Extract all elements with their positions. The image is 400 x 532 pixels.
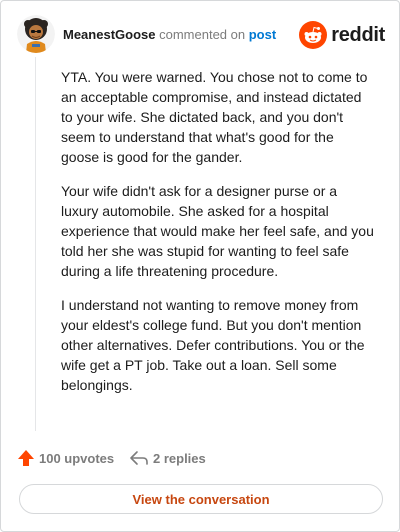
- view-conversation-button[interactable]: View the conversation: [19, 484, 383, 514]
- comment-body: YTA. You were warned. You chose not to c…: [61, 67, 375, 409]
- thread-line: [35, 57, 36, 431]
- reply-count: 2 replies: [153, 450, 206, 466]
- comment-header: MeanestGoose commented on post reddit: [17, 15, 385, 55]
- reply-arrow-icon: [130, 451, 148, 465]
- reddit-brand[interactable]: reddit: [299, 20, 385, 50]
- comment-paragraph: YTA. You were warned. You chose not to c…: [61, 69, 368, 165]
- upvote-arrow-icon: [18, 450, 34, 466]
- post-link[interactable]: post: [249, 27, 276, 42]
- username-link[interactable]: MeanestGoose: [63, 27, 155, 42]
- user-avatar[interactable]: [17, 15, 55, 53]
- upvote-button[interactable]: 100 upvotes: [17, 449, 114, 467]
- replies-button[interactable]: 2 replies: [129, 449, 206, 467]
- byline: MeanestGoose commented on post: [63, 27, 276, 43]
- comment-footer: 100 upvotes 2 replies: [17, 449, 385, 471]
- avatar-icon: [17, 15, 55, 53]
- reddit-snoo-icon: [299, 21, 328, 49]
- comment-paragraph: Your wife didn't ask for a designer purs…: [61, 183, 374, 279]
- upvote-count: 100 upvotes: [39, 450, 115, 466]
- action-text: commented on: [159, 27, 246, 42]
- comment-card: MeanestGoose commented on post reddit YT…: [0, 0, 400, 532]
- reddit-wordmark: reddit: [331, 23, 385, 46]
- comment-paragraph: I understand not wanting to remove money…: [61, 297, 365, 393]
